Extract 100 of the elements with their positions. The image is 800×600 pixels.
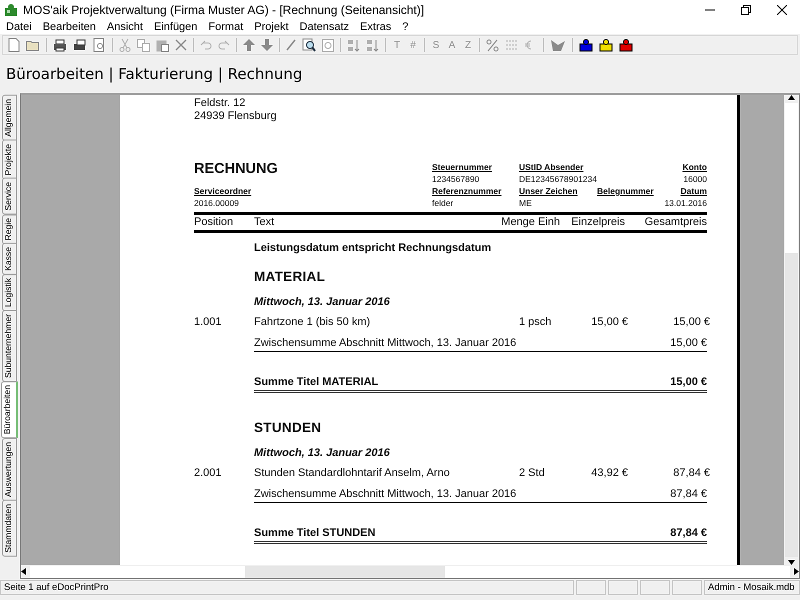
field-value: 16000 — [682, 173, 707, 185]
sum-amount: 15,00 € — [670, 376, 707, 389]
section-heading: STUNDEN — [254, 420, 322, 436]
menu-item[interactable]: Format — [202, 20, 248, 34]
field-label: UStID Absender — [519, 161, 584, 173]
field-label: Serviceordner — [194, 185, 252, 197]
total-cell-text: 87,84 € — [672, 467, 710, 480]
menu-item[interactable]: Einfügen — [148, 20, 202, 34]
menu-item[interactable]: Projekt — [248, 20, 294, 34]
date-heading: Mittwoch, 13. Januar 2016 — [254, 447, 391, 460]
field-value: felder — [432, 197, 454, 209]
sort-ascending-icon[interactable] — [347, 38, 360, 52]
quantity-cell-text: 2 Std — [519, 467, 546, 480]
puzzle-piece-icon[interactable] — [579, 38, 593, 52]
field-label: Steuernummer — [432, 161, 493, 173]
status-panel — [640, 580, 670, 595]
side-tab[interactable]: Stammdaten — [2, 500, 17, 556]
undo-icon[interactable] — [200, 40, 212, 50]
status-panel — [608, 580, 638, 595]
column-header: Gesamtpreis — [644, 216, 707, 229]
subtotal-label: Zwischensumme Abschnitt Mittwoch, 13. Januar 2016 — [254, 337, 516, 350]
field-value: 13.01.2016 — [664, 197, 707, 209]
field-value: DE12345678901234 — [519, 173, 597, 185]
field-label: Konto — [681, 161, 707, 173]
folder-icon[interactable] — [26, 39, 40, 51]
page-preview-icon[interactable] — [93, 38, 106, 52]
arrow-down-icon[interactable] — [261, 39, 273, 51]
menu-item[interactable]: Datei — [0, 20, 37, 34]
side-tab[interactable]: Logistik — [2, 274, 17, 312]
column-header: Text — [254, 216, 276, 229]
field-value: 2016.00009 — [194, 197, 240, 209]
field-label: Belegnummer — [597, 185, 654, 197]
numbering-icon[interactable] — [505, 38, 518, 52]
quantity-cell-text: 1 psch — [519, 316, 552, 329]
menu-item[interactable]: Ansicht — [100, 20, 148, 34]
section-heading: MATERIAL — [254, 269, 326, 285]
field-label: Referenznummer — [432, 185, 502, 197]
sort-descending-icon[interactable] — [366, 38, 379, 52]
delete-icon[interactable] — [175, 39, 187, 51]
window-title: MOS'aik Projektverwaltung (Firma Muster AG) - [Rechnung (Seitenansicht)] — [23, 3, 426, 17]
position-cell-text: 1.001 — [194, 316, 223, 329]
document-title: RECHNUNG — [194, 161, 279, 177]
status-panel — [576, 580, 606, 595]
unit-price-cell-text: 43,92 € — [590, 467, 628, 480]
side-tab[interactable]: Service — [2, 178, 17, 215]
copy-icon[interactable] — [137, 38, 150, 52]
status-text: Admin - Mosaik.mdb — [704, 580, 800, 595]
app-puzzle-icon — [4, 3, 18, 17]
position-cell-text: 2.001 — [194, 467, 223, 480]
side-tab[interactable]: Allgemein — [2, 95, 17, 141]
address-line: 24939 Flensburg — [194, 110, 278, 123]
percent-icon[interactable] — [486, 38, 499, 52]
note-text: Leistungsdatum entspricht Rechnungsdatum — [254, 242, 492, 255]
scroll-left-icon[interactable] — [21, 568, 26, 576]
side-tab[interactable]: Projekte — [2, 140, 17, 180]
status-text: Seite 1 auf eDocPrintPro — [0, 580, 574, 595]
address-line: Feldstr. 12 — [194, 97, 246, 110]
subtotal-label: Zwischensumme Abschnitt Mittwoch, 13. Januar 2016 — [254, 488, 516, 501]
arrow-up-icon[interactable] — [243, 39, 255, 51]
field-label: Datum — [680, 185, 707, 197]
field-label: Unser Zeichen — [519, 185, 579, 197]
side-tab[interactable]: Büroarbeiten — [1, 381, 18, 439]
text-cell-text: Fahrtzone 1 (bis 50 km) — [254, 316, 372, 329]
date-heading: Mittwoch, 13. Januar 2016 — [254, 296, 391, 309]
sum-label: Summe Titel MATERIAL — [254, 376, 378, 389]
menu-item[interactable]: ? — [396, 20, 414, 34]
subtotal-amount: 87,84 € — [670, 488, 707, 501]
side-tab[interactable]: Regie — [2, 214, 17, 244]
puzzle-piece-icon[interactable] — [599, 38, 613, 52]
close-icon[interactable] — [777, 5, 787, 15]
side-tab[interactable]: Auswertungen — [2, 438, 17, 501]
field-value: ME — [519, 197, 533, 209]
unit-price-cell-text: 15,00 € — [590, 316, 628, 329]
redo-icon[interactable] — [218, 40, 230, 50]
refresh-icon[interactable] — [322, 38, 334, 52]
field-value: 1234567890 — [432, 173, 480, 185]
magnifier-icon[interactable] — [302, 38, 316, 52]
scroll-up-icon[interactable] — [788, 95, 795, 100]
scissors-icon[interactable] — [119, 38, 131, 52]
text-cell-text: Stunden Standardlohntarif Anselm, Arno — [254, 467, 451, 480]
menu-item[interactable]: Datensatz — [294, 20, 354, 34]
new-file-icon[interactable] — [8, 38, 20, 52]
column-header: Position — [194, 216, 234, 229]
printer-icon[interactable] — [73, 38, 87, 52]
total-cell-text: 15,00 € — [672, 316, 710, 329]
subtotal-amount: 15,00 € — [670, 337, 707, 350]
side-tab[interactable]: Subunternehmer — [2, 310, 17, 382]
sum-amount: 87,84 € — [670, 527, 707, 540]
menu-item[interactable]: Bearbeiten — [36, 20, 101, 34]
column-header: Menge Einh — [500, 216, 560, 229]
sum-label: Summe Titel STUNDEN — [254, 527, 376, 540]
clipboard-icon[interactable] — [156, 38, 169, 52]
pencil-icon[interactable] — [286, 39, 296, 51]
breadcrumb-heading: Büroarbeiten | Fakturierung | Rechnung — [6, 65, 302, 83]
puzzle-piece-icon[interactable] — [619, 38, 633, 52]
side-tab[interactable]: Kasse — [2, 243, 17, 276]
scroll-right-icon[interactable] — [794, 568, 799, 576]
printer-icon[interactable] — [53, 38, 67, 52]
restore-icon[interactable] — [741, 5, 751, 15]
menu-item[interactable]: Extras — [354, 20, 396, 34]
